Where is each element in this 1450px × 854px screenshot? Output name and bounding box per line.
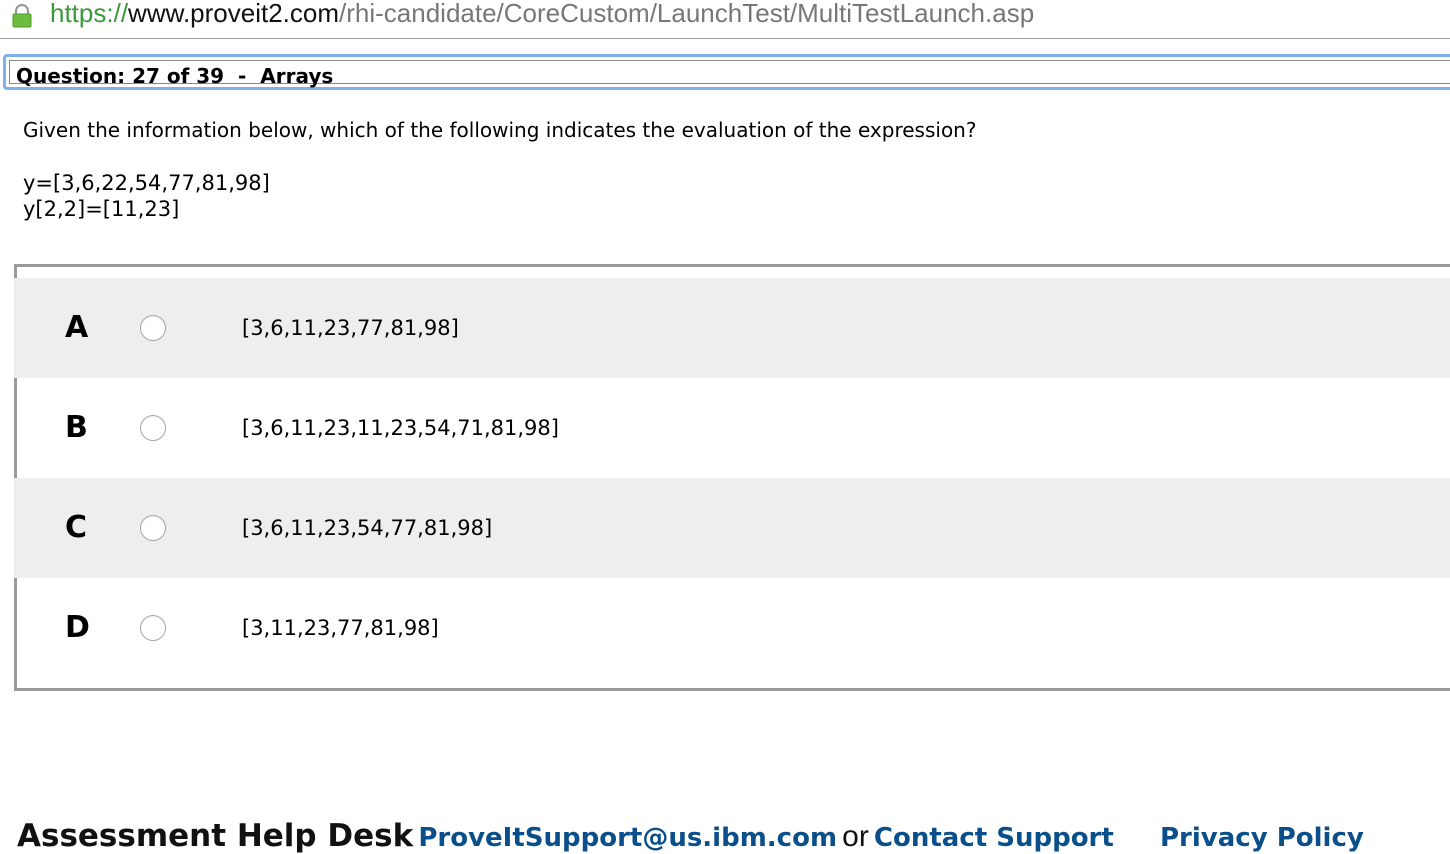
browser-address-bar[interactable]: https://www.proveit2.com/rhi-candidate/C… — [0, 0, 1450, 32]
code-line-1: y=[3,6,22,54,77,81,98] — [23, 171, 270, 195]
footer: Assessment Help Desk ProveItSupport@us.i… — [17, 818, 1364, 854]
url-divider — [0, 38, 1450, 39]
answer-row-b[interactable]: B [3,6,11,23,11,23,54,71,81,98] — [14, 378, 1450, 478]
answer-radio-d[interactable] — [140, 615, 166, 641]
answer-row-d[interactable]: D [3,11,23,77,81,98] — [14, 578, 1450, 678]
answer-radio-a[interactable] — [140, 315, 166, 341]
url-host: www.proveit2.com — [128, 0, 340, 28]
answer-row-a[interactable]: A [3,6,11,23,77,81,98] — [14, 278, 1450, 378]
answer-radio-c[interactable] — [140, 515, 166, 541]
answer-text: [3,11,23,77,81,98] — [242, 616, 439, 640]
question-title: Question: 27 of 39 - Arrays — [16, 64, 334, 88]
code-line-2: y[2,2]=[11,23] — [23, 197, 180, 221]
question-header: Question: 27 of 39 - Arrays — [3, 54, 1450, 90]
support-email-link[interactable]: ProveItSupport@us.ibm.com — [418, 823, 837, 853]
url-scheme: https:// — [50, 0, 129, 28]
lock-icon — [12, 4, 32, 28]
answer-letter: D — [65, 610, 90, 645]
answer-letter: C — [65, 510, 88, 545]
privacy-policy-link[interactable]: Privacy Policy — [1160, 823, 1364, 853]
question-header-frame: Question: 27 of 39 - Arrays — [9, 60, 1450, 88]
url-text[interactable]: https://www.proveit2.com/rhi-candidate/C… — [50, 0, 1034, 29]
answer-radio-b[interactable] — [140, 415, 166, 441]
url-path: /rhi-candidate/CoreCustom/LaunchTest/Mul… — [339, 0, 1035, 28]
contact-support-link[interactable]: Contact Support — [874, 823, 1114, 853]
answer-letter: A — [65, 310, 89, 345]
footer-or: or — [842, 820, 869, 853]
help-desk-heading: Assessment Help Desk — [17, 818, 414, 854]
answer-row-c[interactable]: C [3,6,11,23,54,77,81,98] — [14, 478, 1450, 578]
question-prompt: Given the information below, which of th… — [23, 118, 977, 142]
answer-text: [3,6,11,23,54,77,81,98] — [242, 516, 493, 540]
answer-text: [3,6,11,23,77,81,98] — [242, 316, 459, 340]
answer-text: [3,6,11,23,11,23,54,71,81,98] — [242, 416, 559, 440]
answer-letter: B — [65, 410, 88, 445]
